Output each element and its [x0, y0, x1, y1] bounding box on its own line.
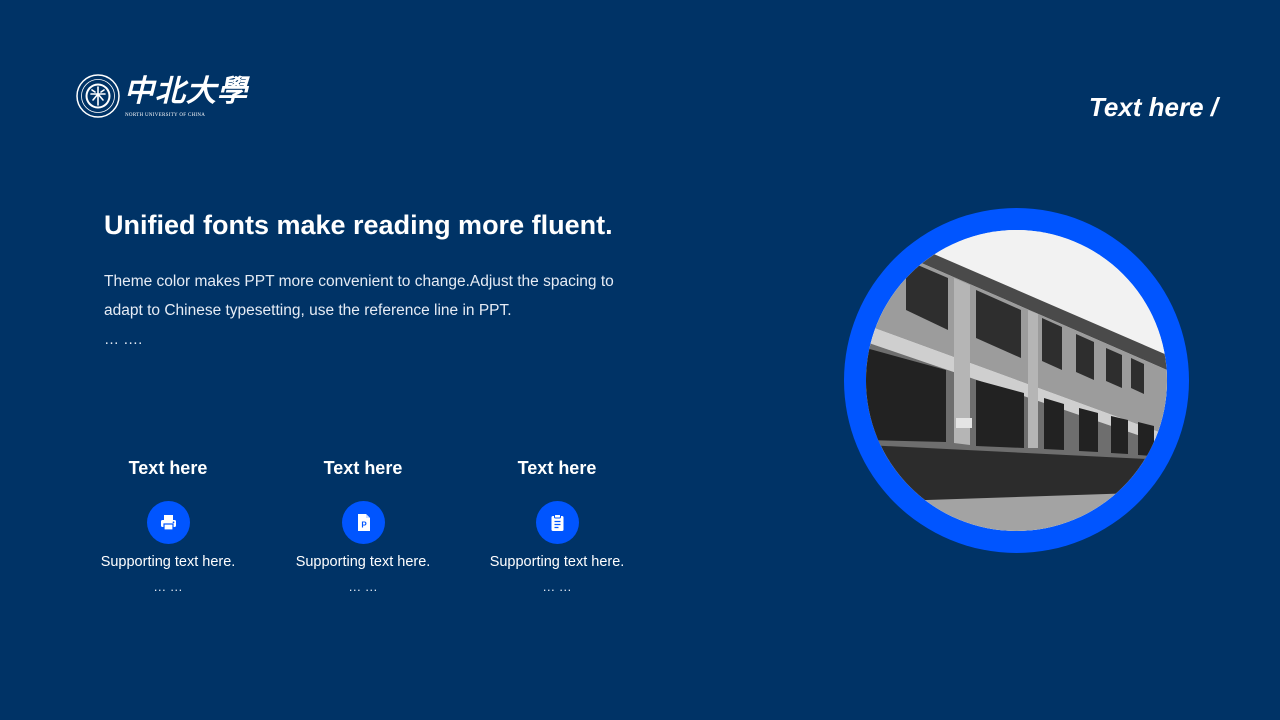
- building-photo: [866, 230, 1167, 531]
- clipboard-icon-button[interactable]: [535, 501, 579, 544]
- photo-ring: [844, 208, 1189, 553]
- feature-text: Supporting text here.: [100, 554, 236, 570]
- ppt-file-icon-button[interactable]: P: [341, 501, 385, 544]
- logo-english-name: NORTH UNIVERSITY OF CHINA: [125, 113, 206, 118]
- feature-text: Supporting text here.: [295, 554, 431, 570]
- feature-title: Text here: [323, 458, 403, 478]
- svg-text:P: P: [361, 521, 367, 530]
- body-ellipsis: … ….: [104, 331, 143, 348]
- feature-column-1: Text here Supporting text here. … …: [73, 455, 263, 594]
- logo-chinese-name: 中北大學: [124, 74, 248, 109]
- feature-title: Text here: [517, 458, 597, 478]
- clipboard-icon: [551, 514, 563, 531]
- printer-icon-button[interactable]: [146, 501, 190, 544]
- printer-icon: [160, 515, 176, 531]
- ppt-file-icon: P: [357, 514, 370, 531]
- feature-ellipsis: … …: [348, 579, 378, 594]
- university-seal-icon: [76, 74, 120, 118]
- feature-text: Supporting text here.: [489, 554, 625, 570]
- headline: Unified fonts make reading more fluent.: [104, 210, 613, 240]
- building-illustration: [866, 230, 1167, 531]
- body-text: Theme color makes PPT more convenient to…: [104, 273, 614, 319]
- feature-ellipsis: … …: [153, 579, 183, 594]
- feature-column-3: Text here Supporting text here. … …: [462, 455, 652, 594]
- header-label: Text here /: [1088, 92, 1218, 122]
- feature-title: Text here: [128, 458, 208, 478]
- feature-column-2: Text here P Supporting text here. … …: [268, 455, 458, 594]
- feature-ellipsis: … …: [542, 579, 572, 594]
- university-logo: 中北大學 NORTH UNIVERSITY OF CHINA: [76, 72, 247, 122]
